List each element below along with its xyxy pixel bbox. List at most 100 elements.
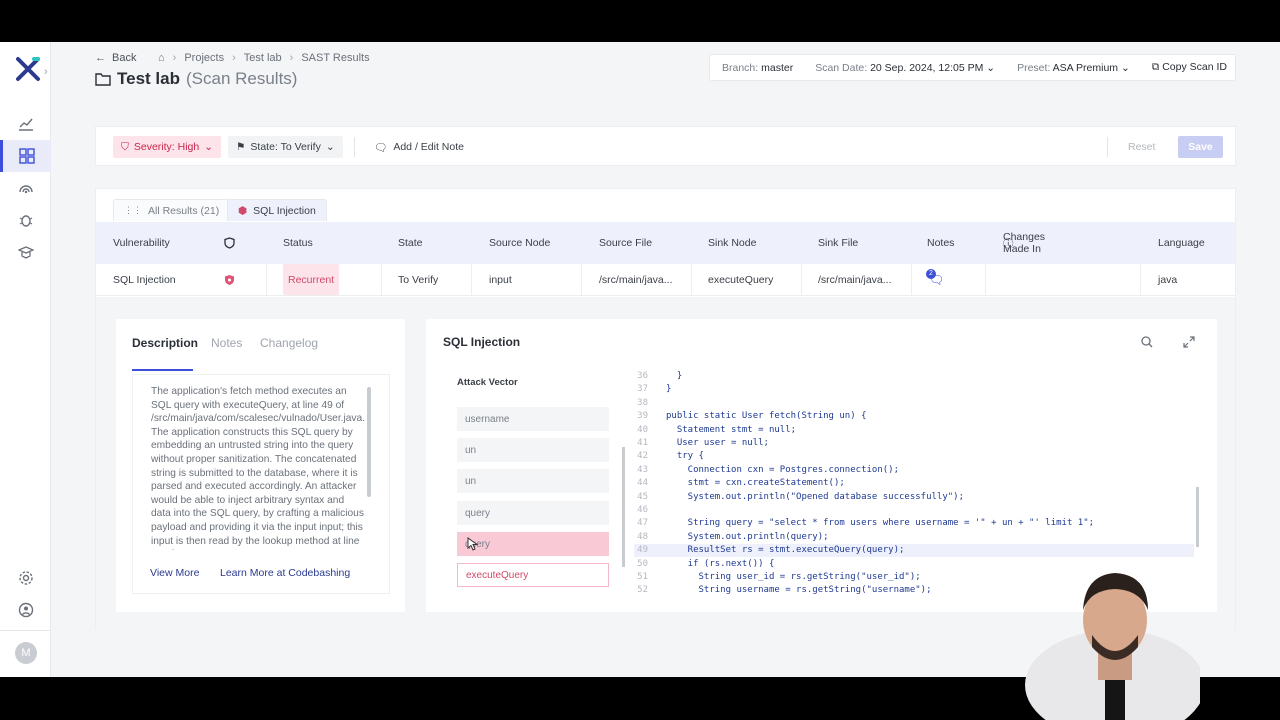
scrollbar[interactable] — [622, 447, 625, 567]
reset-button[interactable]: Reset — [1128, 141, 1155, 153]
line-number: 37 — [637, 384, 648, 395]
expand-icon[interactable] — [1183, 336, 1195, 348]
cell-source-node: input — [489, 273, 512, 286]
tab-description[interactable]: Description — [132, 336, 198, 350]
view-more-link[interactable]: View More — [150, 567, 199, 579]
column-source-file[interactable]: Source File — [599, 222, 652, 264]
grid-icon: ⋮⋮ — [124, 205, 142, 215]
line-number: 50 — [637, 558, 648, 569]
breadcrumb-separator: › — [172, 52, 177, 64]
breadcrumb-test-lab[interactable]: Test lab — [244, 52, 282, 64]
comment-icon: 🗨 — [374, 141, 388, 154]
column-changes-made-in[interactable]: Changes Made In ⓘ — [1003, 222, 1045, 264]
line-number: 36 — [637, 371, 648, 381]
arrow-left-icon: ← — [95, 52, 106, 64]
description-text: The application's fetch method executes … — [151, 386, 366, 550]
home-icon[interactable]: ⌂ — [158, 52, 165, 64]
code-line: } — [666, 384, 672, 395]
code-panel-title: SQL Injection — [443, 335, 521, 349]
breadcrumb-separator: › — [232, 52, 236, 64]
cell-sink-node: executeQuery — [708, 273, 774, 286]
breadcrumb-sast-results[interactable]: SAST Results — [301, 52, 369, 64]
scrollbar[interactable] — [367, 387, 371, 497]
line-number: 41 — [637, 438, 648, 448]
code-line: User user = null; — [666, 438, 769, 448]
rail-support[interactable] — [0, 594, 51, 626]
tab-notes[interactable]: Notes — [211, 336, 242, 350]
search-icon[interactable] — [1141, 336, 1153, 348]
chevron-down-icon: ⌄ — [204, 141, 214, 153]
column-sink-node[interactable]: Sink Node — [708, 222, 756, 264]
attack-vector-step[interactable]: username — [457, 407, 609, 431]
rail-projects[interactable] — [0, 140, 51, 172]
line-number: 40 — [637, 424, 648, 435]
chevron-right-icon[interactable]: › — [44, 66, 48, 78]
severity-filter[interactable]: ⛉ Severity: High ⌄ — [113, 136, 222, 158]
state-filter[interactable]: ⚑ State: To Verify ⌄ — [228, 136, 343, 158]
grid-icon — [19, 148, 35, 164]
tab-sql-injection[interactable]: ⬢ SQL Injection — [227, 199, 327, 221]
line-number: 43 — [637, 464, 648, 475]
code-line: } — [666, 371, 683, 381]
line-number: 42 — [637, 451, 648, 462]
rail-divider — [0, 630, 51, 631]
column-notes[interactable]: Notes — [927, 222, 954, 264]
code-line: String user_id = rs.getString("user_id")… — [666, 572, 921, 582]
save-button[interactable]: Save — [1178, 136, 1223, 158]
code-line: Statement stmt = null; — [666, 424, 797, 435]
table-row[interactable]: SQL Injection Recurrent To Verify input … — [96, 264, 1235, 296]
back-button[interactable]: ← Back — [95, 52, 136, 64]
breadcrumb: ⌂ › Projects › Test lab › SAST Results — [158, 52, 370, 64]
code-line: String username = rs.getString("username… — [666, 585, 932, 596]
gear-icon — [18, 571, 33, 585]
attack-vector-step[interactable]: un — [457, 438, 609, 462]
line-number: 48 — [637, 531, 648, 542]
attack-vector-label: Attack Vector — [457, 377, 518, 388]
rail-analytics[interactable] — [0, 108, 51, 140]
column-status[interactable]: Status — [283, 222, 313, 264]
code-line: ResultSet rs = stmt.executeQuery(query); — [666, 545, 905, 556]
rail-settings[interactable] — [0, 562, 51, 594]
app-logo[interactable] — [14, 55, 42, 83]
column-language[interactable]: Language — [1158, 222, 1205, 264]
breadcrumb-projects[interactable]: Projects — [184, 52, 224, 64]
line-number: 52 — [637, 585, 648, 596]
code-line: Connection cxn = Postgres.connection(); — [666, 464, 899, 475]
breadcrumb-separator: › — [289, 52, 294, 64]
code-line: stmt = cxn.createStatement(); — [666, 478, 845, 489]
learn-more-link[interactable]: Learn More at Codebashing — [220, 567, 350, 579]
scrollbar[interactable] — [1196, 487, 1199, 547]
active-tab-indicator — [132, 369, 193, 371]
code-line: public static User fetch(String un) { — [666, 411, 867, 422]
left-rail: › M — [0, 42, 51, 677]
attack-vector-step-selected[interactable]: query — [457, 532, 609, 556]
page-title-text: Test lab — [117, 69, 180, 88]
scan-date-dropdown[interactable]: Scan Date: 20 Sep. 2024, 12:05 PM ⌄ — [815, 62, 995, 74]
copy-scan-id-button[interactable]: ⧉ Copy Scan ID — [1152, 61, 1227, 74]
notes-button[interactable]: 🗨 2 — [926, 264, 944, 295]
column-source-node[interactable]: Source Node — [489, 222, 550, 264]
attack-vector-sink[interactable]: executeQuery — [457, 563, 609, 587]
scan-date-value: 20 Sep. 2024, 12:05 PM — [870, 61, 984, 74]
attack-vector-step[interactable]: un — [457, 469, 609, 493]
back-label: Back — [112, 52, 137, 64]
avatar[interactable]: M — [15, 642, 37, 664]
preset-dropdown[interactable]: Preset: ASA Premium ⌄ — [1017, 62, 1130, 74]
rail-vulnerabilities[interactable] — [0, 204, 51, 236]
line-number: 51 — [637, 572, 648, 582]
attack-vector-step[interactable]: query — [457, 501, 609, 525]
column-vulnerability[interactable]: Vulnerability — [113, 222, 170, 264]
cursor-icon — [467, 537, 479, 551]
add-edit-note-button[interactable]: 🗨 Add / Edit Note — [374, 136, 464, 158]
column-sink-file[interactable]: Sink File — [818, 222, 858, 264]
tab-all-results[interactable]: ⋮⋮ All Results (21) — [113, 199, 231, 221]
branch-value: master — [761, 61, 794, 74]
graduation-cap-icon — [17, 246, 34, 259]
rail-learning[interactable] — [0, 236, 51, 268]
chevron-down-icon: ⌄ — [325, 141, 335, 153]
tab-changelog[interactable]: Changelog — [260, 336, 318, 350]
rail-scans[interactable] — [0, 172, 51, 204]
flag-icon: ⚑ — [236, 141, 246, 153]
code-line: System.out.println("Opened database succ… — [666, 491, 965, 502]
column-state[interactable]: State — [398, 222, 423, 264]
